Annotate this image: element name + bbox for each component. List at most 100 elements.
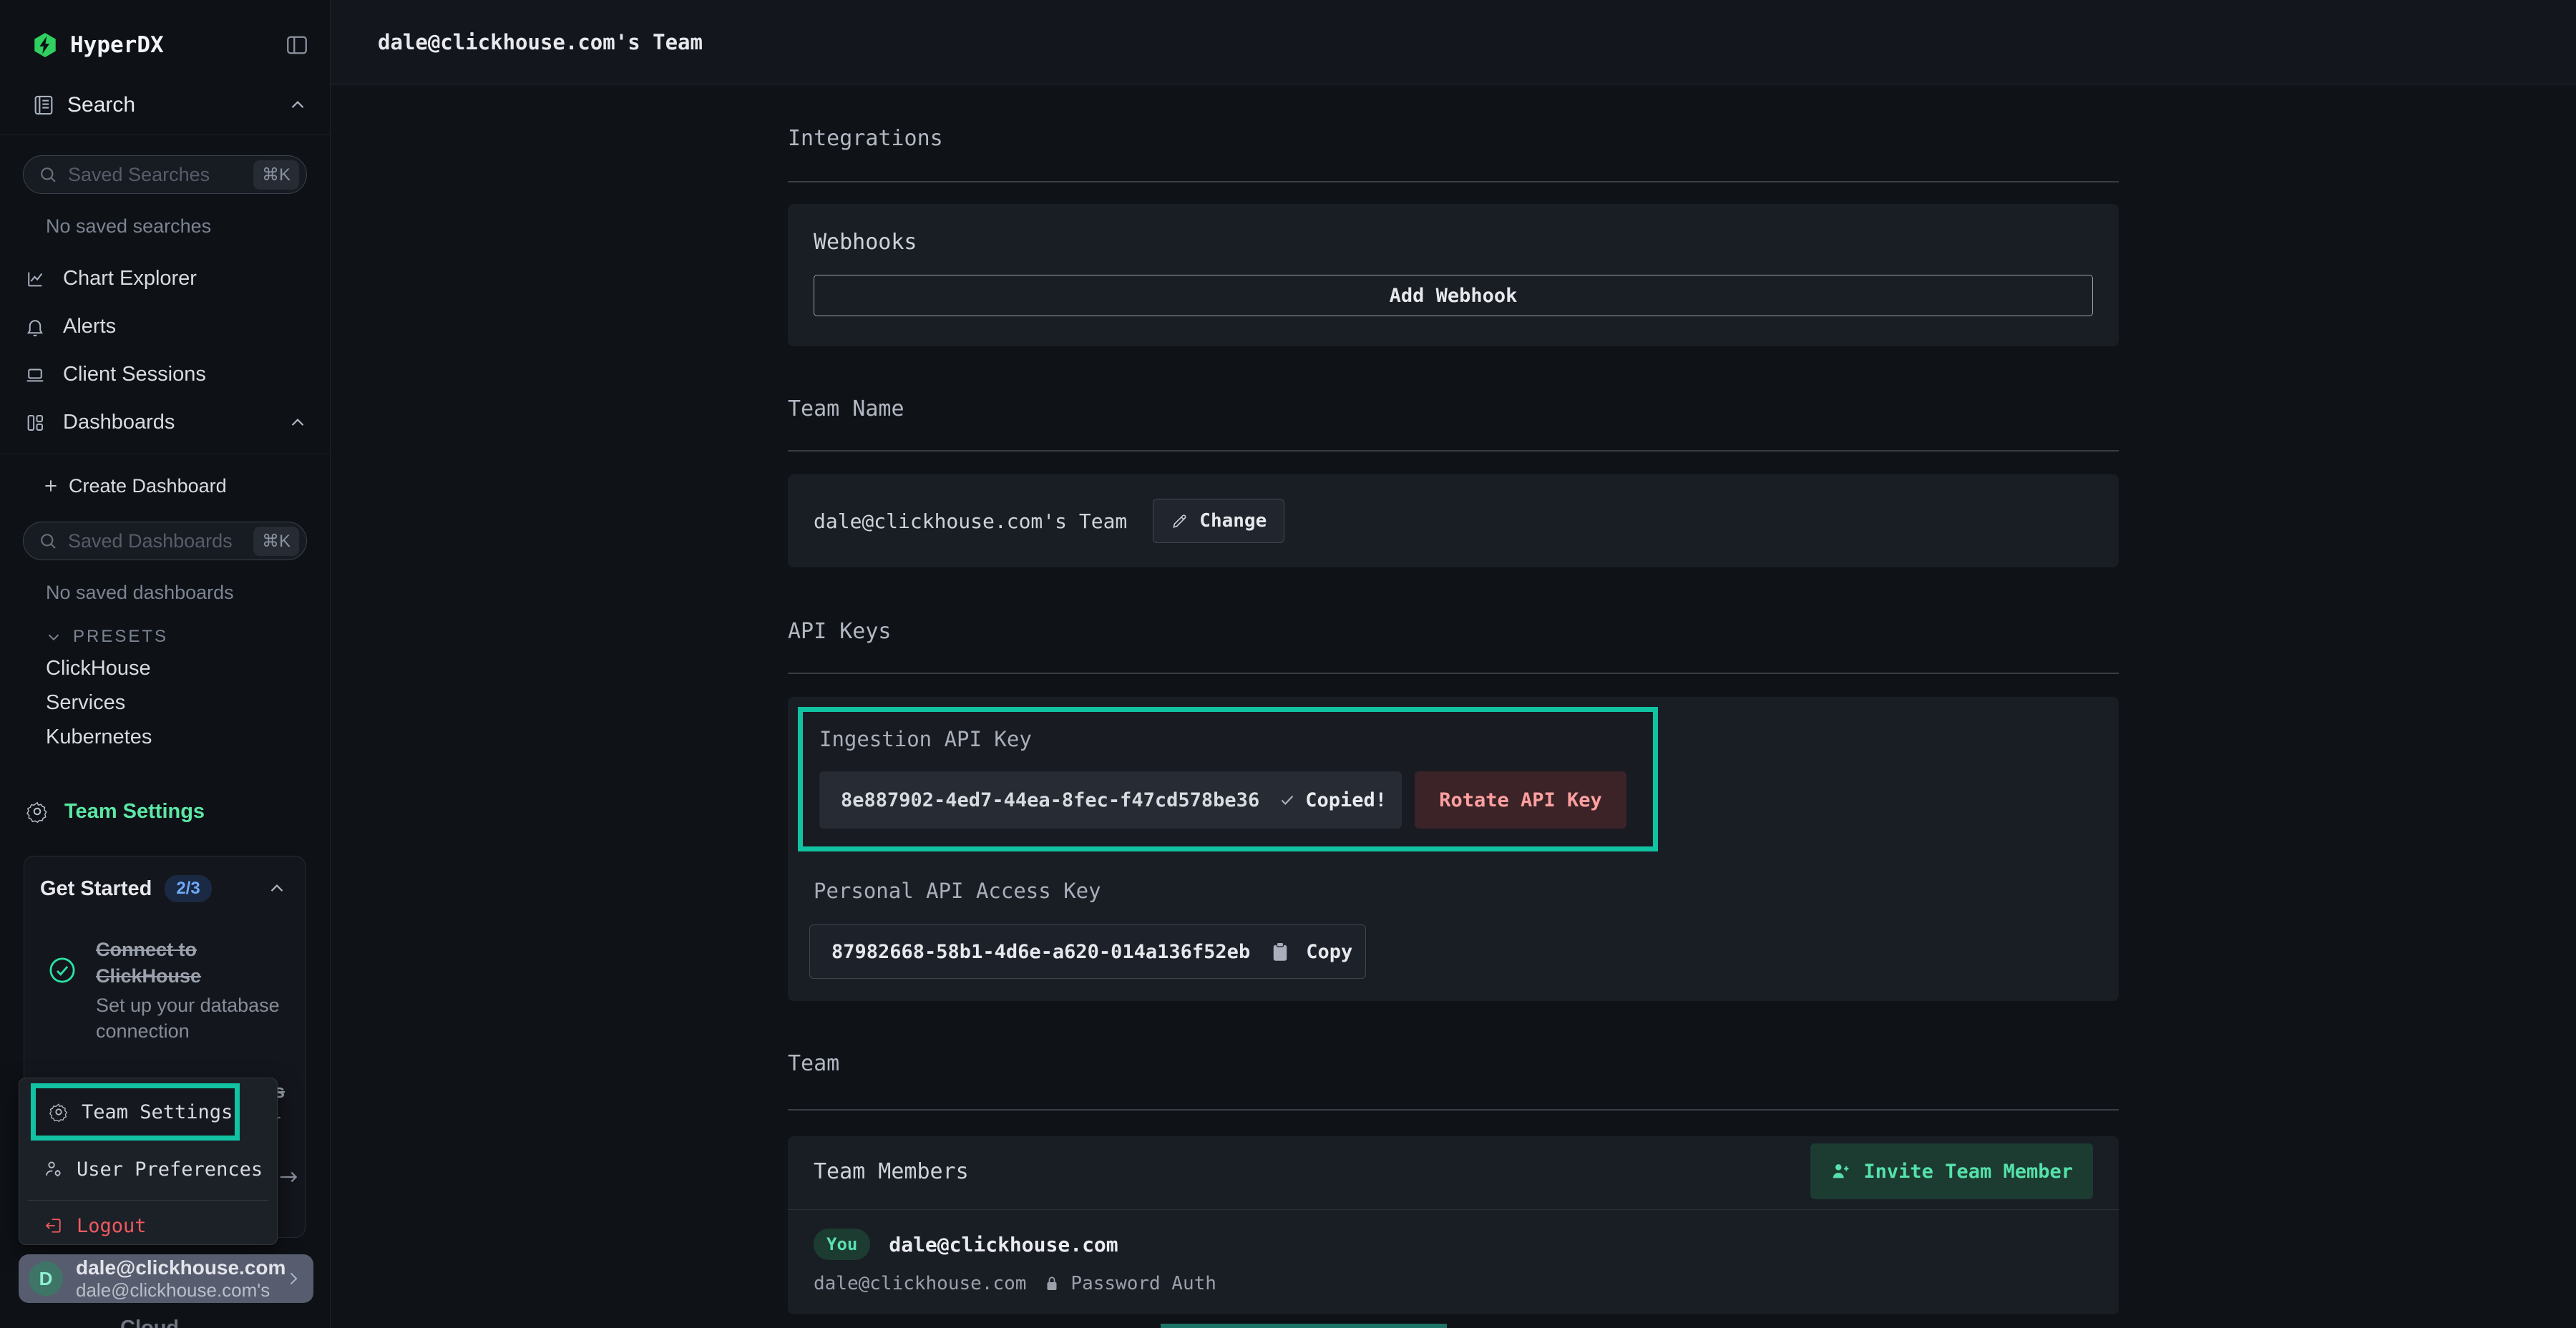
team-settings-label: Team Settings xyxy=(64,800,205,824)
search-icon xyxy=(38,531,58,551)
team-members-title: Team Members xyxy=(814,1159,969,1184)
clipped-background-text: Cloud xyxy=(120,1317,179,1328)
saved-dashboards-search[interactable]: ⌘K xyxy=(23,522,307,560)
team-name-card: dale@clickhouse.com's Team Change xyxy=(788,474,2119,567)
section-title-integrations: Integrations xyxy=(788,126,2119,151)
logo-row: HyperDX xyxy=(0,0,330,59)
copied-label: Copied! xyxy=(1305,789,1387,811)
preset-item-clickhouse[interactable]: ClickHouse xyxy=(0,651,330,685)
user-menu-popup: Team Settings User Preferences Logout xyxy=(19,1078,278,1245)
search-section-label: Search xyxy=(67,93,287,117)
page-title: dale@clickhouse.com's Team xyxy=(378,30,703,54)
plus-icon xyxy=(42,477,60,495)
sidebar: HyperDX Search ⌘K No saved searches Char… xyxy=(0,0,331,1328)
sidebar-item-client-sessions[interactable]: Client Sessions xyxy=(0,351,330,399)
saved-searches-search[interactable]: ⌘K xyxy=(23,155,307,194)
main-area: dale@clickhouse.com's Team Integrations … xyxy=(331,0,2576,1328)
team-name-value: dale@clickhouse.com's Team xyxy=(814,509,1127,533)
get-started-header[interactable]: Get Started 2/3 xyxy=(40,875,288,902)
user-gear-icon xyxy=(44,1159,64,1179)
progress-badge: 2/3 xyxy=(165,875,211,902)
webhooks-title: Webhooks xyxy=(814,230,2093,255)
task-title: Connect to ClickHouse xyxy=(96,937,260,990)
app-title: HyperDX xyxy=(70,32,284,58)
clipboard-icon xyxy=(1270,941,1290,962)
get-started-item-connect[interactable]: Connect to ClickHouse Set up your databa… xyxy=(40,937,288,1044)
preset-item-kubernetes[interactable]: Kubernetes xyxy=(0,720,330,754)
personal-key-chip[interactable]: 87982668-58b1-4d6e-a620-014a136f52eb Cop… xyxy=(809,924,1366,979)
team-card: Team Members Invite Team Member You dale… xyxy=(788,1136,2119,1314)
ingestion-key-chip[interactable]: 8e887902-4ed7-44ea-8fec-f47cd578be36 Cop… xyxy=(819,771,1402,829)
annotation-box-ingestion-key: Ingestion API Key 8e887902-4ed7-44ea-8fe… xyxy=(798,707,1658,851)
saved-searches-input[interactable] xyxy=(68,164,253,186)
chevron-up-icon[interactable] xyxy=(266,878,288,899)
chevron-down-icon xyxy=(44,628,63,646)
personal-key-label: Personal API Access Key xyxy=(814,879,2093,903)
hyperdx-logo-icon xyxy=(31,31,59,59)
sidebar-item-team-settings[interactable]: Team Settings xyxy=(0,791,330,831)
you-badge: You xyxy=(814,1229,870,1260)
shortcut-badge: ⌘K xyxy=(253,527,299,556)
section-divider xyxy=(788,1109,2119,1110)
sidebar-item-chart-explorer[interactable]: Chart Explorer xyxy=(0,255,330,303)
user-email: dale@clickhouse.com xyxy=(76,1256,283,1279)
sidebar-item-alerts[interactable]: Alerts xyxy=(0,303,330,351)
change-team-name-button[interactable]: Change xyxy=(1153,499,1284,543)
laptop-icon xyxy=(24,364,46,386)
sidebar-item-label: Dashboards xyxy=(63,411,287,434)
bell-icon xyxy=(24,316,46,338)
presets-toggle[interactable]: PRESETS xyxy=(0,622,330,651)
add-webhook-button[interactable]: Add Webhook xyxy=(814,275,2093,316)
saved-dashboards-input[interactable] xyxy=(68,530,253,552)
search-icon xyxy=(38,165,58,185)
menu-item-label: User Preferences xyxy=(77,1158,263,1181)
no-saved-searches-note: No saved searches xyxy=(0,215,330,238)
user-team-name: dale@clickhouse.com's xyxy=(76,1279,283,1301)
menu-item-label: Logout xyxy=(77,1215,147,1237)
team-members-header: Team Members Invite Team Member xyxy=(788,1136,2119,1209)
dashboard-grid-icon xyxy=(24,412,46,434)
section-divider xyxy=(788,181,2119,182)
menu-item-user-preferences[interactable]: User Preferences xyxy=(31,1149,267,1189)
gear-icon xyxy=(26,800,49,823)
section-divider xyxy=(788,450,2119,451)
user-account-chip[interactable]: D dale@clickhouse.com dale@clickhouse.co… xyxy=(19,1254,313,1303)
shortcut-badge: ⌘K xyxy=(253,160,299,190)
create-dashboard-label: Create Dashboard xyxy=(69,475,227,497)
chevron-up-icon[interactable] xyxy=(287,412,308,434)
sidebar-item-dashboards[interactable]: Dashboards xyxy=(0,399,330,446)
collapse-sidebar-icon[interactable] xyxy=(284,32,310,58)
copy-button-label: Copy xyxy=(1306,941,1352,963)
search-section-header[interactable]: Search xyxy=(0,87,330,123)
check-icon xyxy=(1278,791,1297,809)
webhooks-card: Webhooks Add Webhook xyxy=(788,204,2119,346)
chart-line-icon xyxy=(24,268,46,290)
annotation-box-partial xyxy=(1161,1324,1447,1328)
menu-item-logout[interactable]: Logout xyxy=(31,1209,267,1243)
lock-icon xyxy=(1043,1274,1060,1293)
arrow-right-icon xyxy=(276,1165,301,1189)
team-member-row: You dale@clickhouse.com dale@clickhouse.… xyxy=(788,1210,2119,1314)
ingestion-key-label: Ingestion API Key xyxy=(819,727,1636,751)
ingestion-key-value: 8e887902-4ed7-44ea-8fec-f47cd578be36 xyxy=(841,789,1259,811)
section-title-team: Team xyxy=(788,1051,2119,1076)
logout-icon xyxy=(44,1216,64,1236)
presets-label: PRESETS xyxy=(73,627,168,647)
user-plus-icon xyxy=(1830,1161,1852,1182)
chevron-right-icon xyxy=(283,1269,303,1289)
avatar: D xyxy=(29,1261,63,1296)
journal-icon xyxy=(31,93,56,117)
create-dashboard-button[interactable]: Create Dashboard xyxy=(0,466,330,506)
rotate-api-key-button[interactable]: Rotate API Key xyxy=(1415,771,1626,829)
api-keys-card: Ingestion API Key 8e887902-4ed7-44ea-8fe… xyxy=(788,697,2119,1001)
preset-item-services[interactable]: Services xyxy=(0,685,330,720)
chevron-up-icon[interactable] xyxy=(287,94,308,116)
gear-icon xyxy=(49,1102,69,1122)
check-circle-icon xyxy=(47,955,77,985)
settings-content: Integrations Webhooks Add Webhook Team N… xyxy=(788,126,2119,1314)
sidebar-item-label: Alerts xyxy=(63,315,308,338)
invite-team-member-button[interactable]: Invite Team Member xyxy=(1810,1143,2093,1199)
menu-item-team-settings[interactable]: Team Settings xyxy=(36,1088,235,1136)
annotation-box-team-settings: Team Settings xyxy=(31,1083,240,1141)
menu-divider xyxy=(28,1200,268,1201)
